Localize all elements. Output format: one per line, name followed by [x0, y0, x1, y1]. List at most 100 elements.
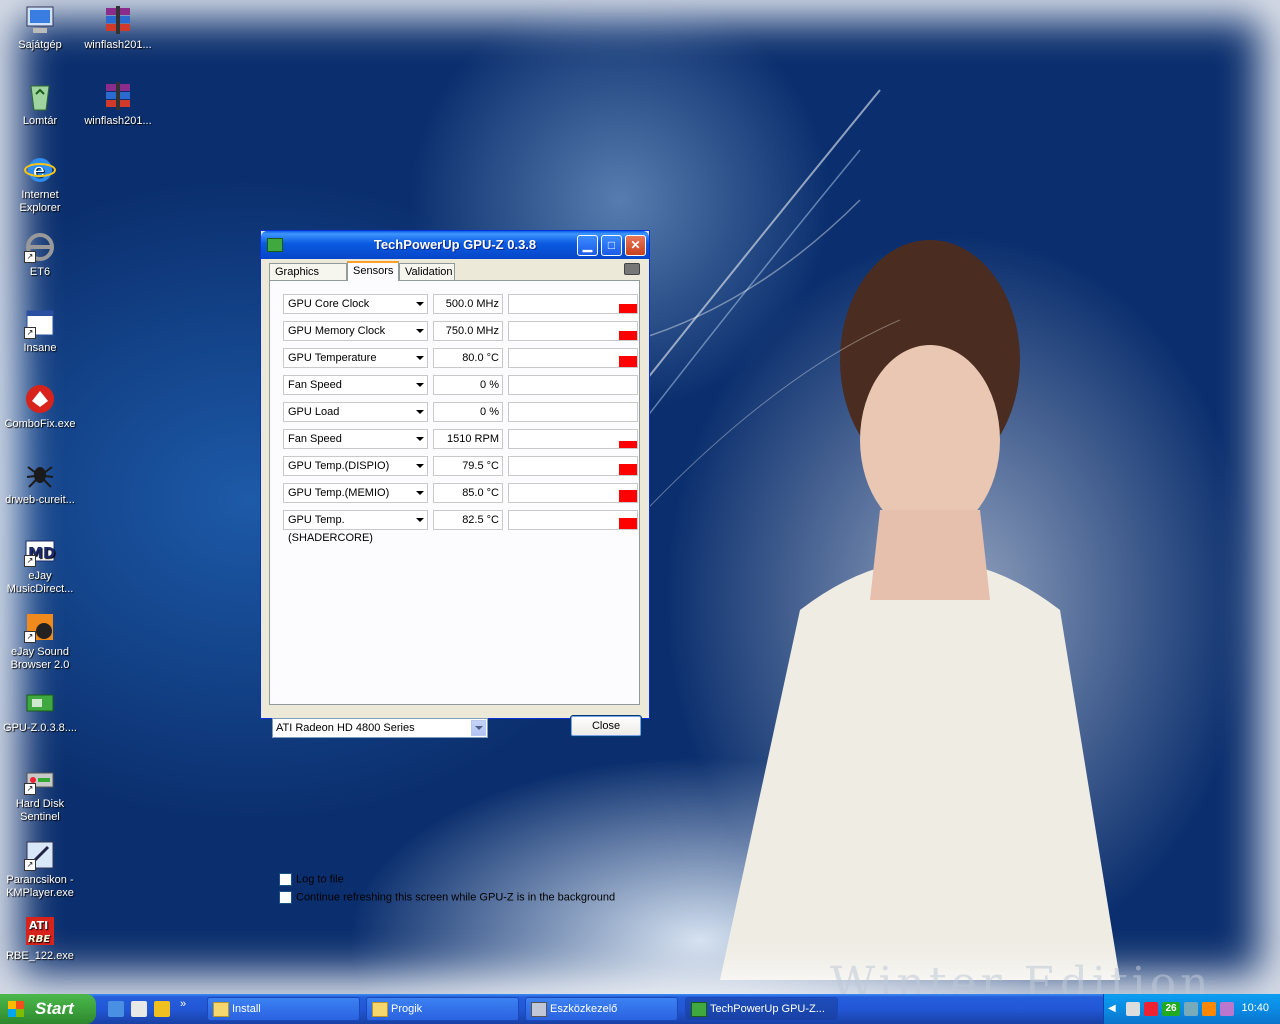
- sensor-graph-bar: [619, 490, 637, 502]
- tray-app-icon[interactable]: [1184, 1002, 1198, 1016]
- sensor-name-dropdown[interactable]: GPU Memory Clock: [283, 321, 428, 341]
- desktop-icon-kmplayer[interactable]: ↗ Parancsikon - KMPlayer.exe: [1, 839, 79, 900]
- sensor-name-dropdown[interactable]: Fan Speed: [283, 429, 428, 449]
- desktop-icon-winflash-1[interactable]: winflash201...: [79, 4, 157, 52]
- desktop-icon-my-computer[interactable]: Sajátgép: [1, 4, 79, 52]
- sensor-name-dropdown[interactable]: GPU Core Clock: [283, 294, 428, 314]
- gpuz-window[interactable]: TechPowerUp GPU-Z 0.3.8 ▁ □ ✕ Graphics C…: [260, 230, 650, 904]
- taskbar-item-label: Install: [232, 1003, 261, 1015]
- close-button[interactable]: Close: [570, 715, 642, 737]
- camera-icon[interactable]: [624, 263, 640, 275]
- tray-expand-icon[interactable]: ◀: [1108, 1003, 1116, 1014]
- sensor-value: 79.5 °C: [433, 456, 503, 476]
- desktop-icon-gpuz[interactable]: GPU-Z.0.3.8....: [1, 687, 79, 735]
- sensor-name-dropdown[interactable]: GPU Temp.(SHADERCORE): [283, 510, 428, 544]
- maximize-button[interactable]: □: [601, 235, 622, 256]
- desktop-icon-internet-explorer[interactable]: e Internet Explorer: [1, 154, 79, 215]
- log-to-file-checkbox[interactable]: Log to file: [279, 873, 344, 887]
- chevron-down-icon[interactable]: [416, 437, 424, 441]
- sensor-name: GPU Temp.(MEMIO): [288, 487, 390, 499]
- taskbar: Start » Install Progik Eszközkezelő Tech…: [0, 994, 1280, 1024]
- taskbar-item-progik[interactable]: Progik: [366, 997, 519, 1021]
- desktop-icon-drweb[interactable]: drweb-cureit...: [1, 459, 79, 507]
- desktop-icon-label: Parancsikon - KMPlayer.exe: [6, 874, 74, 899]
- tray-antivirus-icon[interactable]: [1144, 1002, 1158, 1016]
- sensor-graph: [508, 483, 638, 503]
- sensor-name: GPU Temp.(SHADERCORE): [288, 514, 373, 544]
- tray-network-icon[interactable]: [1126, 1002, 1140, 1016]
- start-label: Start: [35, 999, 74, 1018]
- graphics-card-icon: [24, 687, 56, 719]
- taskbar-item-label: TechPowerUp GPU-Z...: [710, 1003, 825, 1015]
- tray-volume-icon[interactable]: [1202, 1002, 1216, 1016]
- taskbar-item-install[interactable]: Install: [207, 997, 360, 1021]
- checkbox-box[interactable]: [279, 891, 292, 904]
- steering-wheel-icon: ↗: [24, 231, 56, 263]
- tab-graphics-card[interactable]: Graphics Card: [269, 263, 347, 294]
- sensor-name: Fan Speed: [288, 379, 342, 391]
- ejay-md-icon: MD ↗: [24, 535, 56, 567]
- computer-icon: [24, 4, 56, 36]
- quicklaunch-notepad-icon[interactable]: [131, 1001, 147, 1017]
- chevron-down-icon[interactable]: [416, 491, 424, 495]
- sensor-graph-bar: [619, 464, 637, 475]
- chevron-down-icon[interactable]: [416, 329, 424, 333]
- window-titlebar[interactable]: TechPowerUp GPU-Z 0.3.8 ▁ □ ✕: [261, 231, 649, 259]
- desktop-icon-ejay-sound-browser[interactable]: ↗ eJay Sound Browser 2.0: [1, 611, 79, 672]
- quicklaunch-media-icon[interactable]: [154, 1001, 170, 1017]
- quicklaunch-show-desktop-icon[interactable]: [108, 1001, 124, 1017]
- sensor-name-dropdown[interactable]: GPU Temperature: [283, 348, 428, 368]
- taskbar-item-gpuz[interactable]: TechPowerUp GPU-Z...: [685, 997, 838, 1021]
- desktop-icon-ejay-musicdirect[interactable]: MD ↗ eJay MusicDirect...: [1, 535, 79, 596]
- sensor-graph: [508, 375, 638, 395]
- desktop-icon-label: Sajátgép: [18, 39, 62, 51]
- quicklaunch-more-icon[interactable]: »: [180, 998, 186, 1010]
- desktop-icon-rbe[interactable]: ATI RBE RBE_122.exe: [1, 915, 79, 963]
- chevron-down-icon[interactable]: [471, 720, 486, 736]
- start-button[interactable]: Start: [0, 994, 96, 1024]
- sensor-graph-bar: [619, 356, 637, 367]
- chevron-down-icon[interactable]: [416, 383, 424, 387]
- sensors-panel: GPU Core Clock 500.0 MHz GPU Memory Clock 7…: [269, 280, 640, 705]
- taskbar-item-device-manager[interactable]: Eszközkezelő: [525, 997, 678, 1021]
- device-manager-icon: [531, 1002, 547, 1017]
- chevron-down-icon[interactable]: [416, 356, 424, 360]
- continue-refresh-checkbox[interactable]: Continue refreshing this screen while GP…: [279, 891, 615, 905]
- sensor-graph: [508, 294, 638, 314]
- gpu-select-value: ATI Radeon HD 4800 Series: [276, 722, 415, 734]
- tab-validation[interactable]: Validation: [399, 263, 455, 280]
- sensor-name-dropdown[interactable]: GPU Load: [283, 402, 428, 422]
- tray-messenger-icon[interactable]: [1220, 1002, 1234, 1016]
- sensor-name-dropdown[interactable]: Fan Speed: [283, 375, 428, 395]
- gpu-select-dropdown[interactable]: ATI Radeon HD 4800 Series: [272, 718, 488, 738]
- recycle-bin-icon: [24, 80, 56, 112]
- tray-temperature-badge[interactable]: 26: [1162, 1002, 1180, 1016]
- desktop-icon-label: Lomtár: [22, 115, 58, 127]
- desktop-icon-hard-disk-sentinel[interactable]: ↗ Hard Disk Sentinel: [1, 763, 79, 824]
- minimize-button[interactable]: ▁: [577, 235, 598, 256]
- log-to-file-label: Log to file: [296, 873, 344, 886]
- desktop-icon-et6[interactable]: ↗ ET6: [1, 231, 79, 279]
- svg-text:ATI: ATI: [29, 919, 48, 932]
- desktop-icon-label: ComboFix.exe: [4, 418, 76, 430]
- checkbox-box[interactable]: [279, 873, 292, 886]
- sensor-graph: [508, 348, 638, 368]
- tab-sensors[interactable]: Sensors: [347, 261, 399, 281]
- sensor-name-dropdown[interactable]: GPU Temp.(DISPIO): [283, 456, 428, 476]
- desktop-icon-insane[interactable]: ↗ Insane: [1, 307, 79, 355]
- chevron-down-icon[interactable]: [416, 410, 424, 414]
- desktop-icon-combofix[interactable]: ComboFix.exe: [1, 383, 79, 431]
- continue-refresh-label: Continue refreshing this screen while GP…: [296, 891, 616, 904]
- chevron-down-icon[interactable]: [416, 518, 424, 522]
- desktop-icon-recycle-bin[interactable]: Lomtár: [1, 80, 79, 128]
- chevron-down-icon[interactable]: [416, 464, 424, 468]
- sensor-graph: [508, 321, 638, 341]
- sensor-name: GPU Temp.(DISPIO): [288, 460, 390, 472]
- sensor-name-dropdown[interactable]: GPU Temp.(MEMIO): [283, 483, 428, 503]
- sensor-graph: [508, 510, 638, 530]
- sensor-value: 82.5 °C: [433, 510, 503, 530]
- desktop-icon-winflash-2[interactable]: winflash201...: [79, 80, 157, 128]
- chevron-down-icon[interactable]: [416, 302, 424, 306]
- close-window-button[interactable]: ✕: [625, 235, 646, 256]
- desktop-icon-label: winflash201...: [84, 39, 152, 51]
